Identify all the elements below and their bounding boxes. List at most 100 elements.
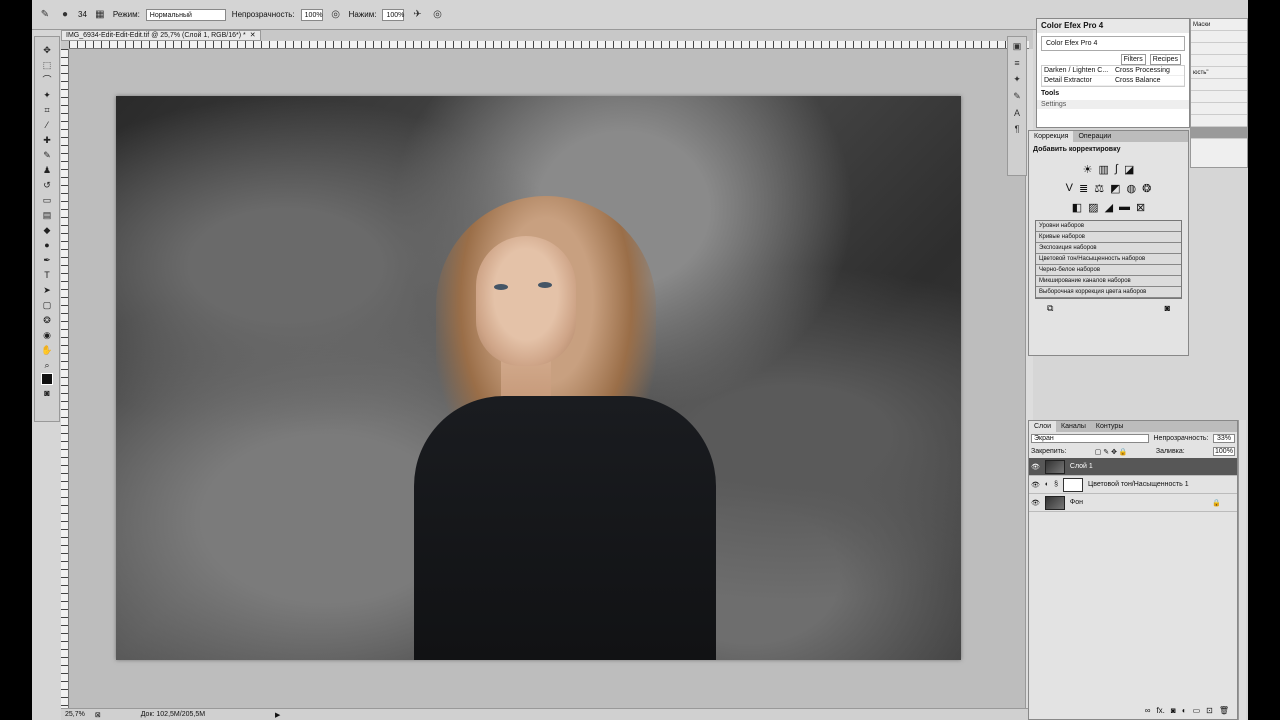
hand-tool-icon[interactable]: ✋ xyxy=(39,343,55,357)
filter-item[interactable]: Detail Extractor xyxy=(1042,76,1113,86)
brightness-icon[interactable]: ☀ xyxy=(1083,163,1093,176)
layer-row[interactable]: 👁 Фон 🔒 xyxy=(1029,494,1237,512)
threshold-icon[interactable]: ◢ xyxy=(1105,201,1113,214)
vibrance-icon[interactable]: V xyxy=(1066,182,1073,195)
tools-section[interactable]: Tools xyxy=(1037,87,1189,100)
gradient-map-icon[interactable]: ▬ xyxy=(1119,201,1130,214)
shape-tool-icon[interactable]: ▢ xyxy=(39,298,55,312)
visibility-eye-icon[interactable]: 👁 xyxy=(1031,463,1040,471)
selective-color-icon[interactable]: ⊠ xyxy=(1136,201,1145,214)
3d-rotate-tool-icon[interactable]: ❂ xyxy=(39,313,55,327)
tab-actions[interactable]: Операции xyxy=(1073,131,1116,142)
crop-tool-icon[interactable]: ⌗ xyxy=(39,103,55,117)
tab-recipes[interactable]: Recipes xyxy=(1149,54,1181,65)
photo-filter-icon[interactable]: ◍ xyxy=(1127,182,1137,195)
tab-adjustments[interactable]: Коррекция xyxy=(1029,131,1074,142)
pen-tool-icon[interactable]: ✒ xyxy=(39,253,55,267)
curves-icon[interactable]: ∫ xyxy=(1115,163,1118,176)
layers-scrollbar[interactable] xyxy=(1238,420,1246,720)
path-select-tool-icon[interactable]: ➤ xyxy=(39,283,55,297)
clip-to-layer-icon[interactable]: ⧉ xyxy=(1047,303,1053,314)
document-tab[interactable]: IMG_6934-Edit-Edit-Edit.tif @ 25,7% (Сло… xyxy=(61,30,261,41)
posterize-icon[interactable]: ▨ xyxy=(1088,201,1098,214)
lasso-tool-icon[interactable]: ⌒ xyxy=(39,73,55,87)
clone-source-icon[interactable]: ✎ xyxy=(1013,91,1021,102)
marquee-tool-icon[interactable]: ⬚ xyxy=(39,58,55,72)
stamp-tool-icon[interactable]: ♟ xyxy=(39,163,55,177)
link-icon[interactable]: § xyxy=(1054,481,1058,488)
paragraph-panel-icon[interactable]: ¶ xyxy=(1015,124,1020,134)
zoom-tool-icon[interactable]: ⌕ xyxy=(39,358,55,372)
type-tool-icon[interactable]: T xyxy=(39,268,55,282)
layer-row[interactable]: 👁 Слой 1 xyxy=(1029,458,1237,476)
preset-item[interactable]: Выборочная коррекция цвета наборов xyxy=(1036,287,1181,298)
brush-tool-icon[interactable]: ✎ xyxy=(38,8,52,22)
tab-paths[interactable]: Контуры xyxy=(1091,421,1128,432)
dodge-tool-icon[interactable]: ● xyxy=(39,238,55,252)
eyedropper-tool-icon[interactable]: ⁄ xyxy=(39,118,55,132)
flow-input[interactable]: 100% xyxy=(382,8,405,21)
mode-select[interactable]: Нормальный xyxy=(145,8,226,21)
zoom-level[interactable]: 25,7% xyxy=(65,711,85,718)
quick-select-tool-icon[interactable]: ✦ xyxy=(39,88,55,102)
preset-item[interactable]: Черно-белое наборов xyxy=(1036,265,1181,276)
hue-saturation-icon[interactable]: ≣ xyxy=(1079,182,1088,195)
brush-presets-icon[interactable]: ✦ xyxy=(1013,74,1021,85)
preset-item[interactable]: Экспозиция наборов xyxy=(1036,243,1181,254)
settings-section[interactable]: Settings xyxy=(1037,100,1189,109)
blend-mode-select[interactable]: Экран xyxy=(1031,434,1149,443)
exposure-icon[interactable]: ◪ xyxy=(1124,163,1134,176)
airbrush-icon[interactable]: ✈ xyxy=(410,8,424,22)
brush-preset-picker[interactable]: ● xyxy=(58,8,72,22)
gradient-tool-icon[interactable]: ▤ xyxy=(39,208,55,222)
visibility-eye-icon[interactable]: 👁 xyxy=(1031,499,1040,507)
tab-channels[interactable]: Каналы xyxy=(1056,421,1091,432)
black-white-icon[interactable]: ◩ xyxy=(1110,182,1120,195)
new-group-icon[interactable]: ▭ xyxy=(1193,706,1201,715)
tablet-pressure-icon[interactable]: ◎ xyxy=(430,8,444,22)
blur-tool-icon[interactable]: ◆ xyxy=(39,223,55,237)
channel-mixer-icon[interactable]: ❂ xyxy=(1142,182,1151,195)
history-brush-tool-icon[interactable]: ↺ xyxy=(39,178,55,192)
canvas-area[interactable] xyxy=(69,49,1029,709)
fill-input[interactable]: 100% xyxy=(1212,447,1235,456)
filter-item[interactable]: Darken / Lighten C... xyxy=(1042,66,1113,76)
tab-layers[interactable]: Слои xyxy=(1029,421,1057,432)
preset-item[interactable]: Кривые наборов xyxy=(1036,232,1181,243)
status-icon[interactable]: ⊠ xyxy=(95,711,101,719)
web-panel-icon[interactable]: ▣ xyxy=(1013,41,1022,52)
new-adjustment-icon[interactable]: ◐ xyxy=(1182,706,1187,715)
opacity-pressure-icon[interactable]: ◎ xyxy=(329,8,343,22)
preset-item[interactable]: Уровни наборов xyxy=(1036,221,1181,232)
filter-item[interactable]: Cross Processing xyxy=(1113,66,1184,76)
preset-item[interactable]: Микширование каналов наборов xyxy=(1036,276,1181,287)
invert-icon[interactable]: ◧ xyxy=(1072,201,1082,214)
filter-item[interactable]: Cross Balance xyxy=(1113,76,1184,86)
layer-row[interactable]: 👁 ◐ § Цветовой тон/Насыщенность 1 xyxy=(1029,476,1237,494)
mask-options-icon[interactable]: ◙ xyxy=(1165,303,1170,314)
canvas-image[interactable] xyxy=(116,96,961,660)
character-panel-icon[interactable]: A xyxy=(1014,108,1020,118)
link-layers-icon[interactable]: ∞ xyxy=(1145,706,1151,715)
lock-icons[interactable]: ▢ ✎ ✥ 🔒 xyxy=(1095,448,1128,456)
new-layer-icon[interactable]: ⊡ xyxy=(1206,706,1213,715)
visibility-eye-icon[interactable]: 👁 xyxy=(1031,481,1040,489)
quick-mask-icon[interactable]: ◙ xyxy=(39,386,55,400)
status-arrow-icon[interactable]: ▶ xyxy=(275,711,280,719)
levels-icon[interactable]: ▥ xyxy=(1099,163,1109,176)
mixer-panel-icon[interactable]: ≡ xyxy=(1014,58,1019,68)
preset-item[interactable]: Цветовой тон/Насыщенность наборов xyxy=(1036,254,1181,265)
move-tool-icon[interactable]: ✥ xyxy=(39,43,55,57)
healing-tool-icon[interactable]: ✚ xyxy=(39,133,55,147)
masks-tab[interactable]: Маски xyxy=(1191,19,1247,31)
delete-layer-icon[interactable]: 🗑 xyxy=(1219,706,1229,715)
tab-filters[interactable]: Filters xyxy=(1120,54,1146,65)
close-icon[interactable]: ✕ xyxy=(250,31,256,40)
opacity-input[interactable]: 100% xyxy=(300,8,323,21)
foreground-color-swatch[interactable] xyxy=(41,373,53,385)
color-efex-dropdown[interactable]: Color Efex Pro 4 xyxy=(1041,36,1185,51)
layer-opacity-input[interactable]: 33% xyxy=(1213,434,1235,443)
3d-orbit-tool-icon[interactable]: ◉ xyxy=(39,328,55,342)
brush-tool-icon[interactable]: ✎ xyxy=(39,148,55,162)
eraser-tool-icon[interactable]: ▭ xyxy=(39,193,55,207)
